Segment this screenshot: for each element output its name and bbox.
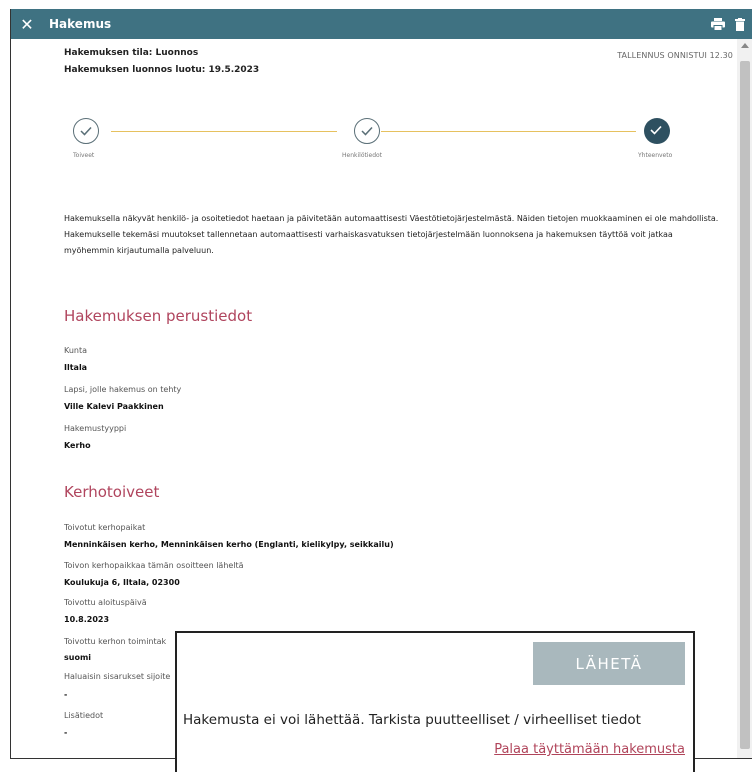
print-icon[interactable] — [711, 17, 725, 31]
field-value-club-places: Menninkäisen kerho, Menninkäisen kerho (… — [64, 540, 394, 549]
close-icon[interactable]: ✕ — [11, 15, 43, 34]
progress-stepper: Toiveet Henkilötiedot Yhteenveto — [11, 39, 737, 199]
field-value-application-type: Kerho — [64, 441, 91, 450]
scroll-up-icon[interactable] — [741, 43, 749, 48]
field-label-child: Lapsi, jolle hakemus on tehty — [64, 385, 182, 394]
send-panel: LÄHETÄ Hakemusta ei voi lähettää. Tarkis… — [175, 631, 695, 772]
field-label-municipality: Kunta — [64, 346, 88, 355]
step-3-check-icon — [644, 118, 670, 144]
scrollbar-thumb[interactable] — [740, 61, 750, 749]
field-label-address: Toivon kerhopaikkaa tämän osoitteen lähe… — [64, 561, 244, 570]
trash-icon[interactable] — [735, 17, 745, 31]
field-value-municipality: Iltala — [64, 363, 88, 372]
field-value-siblings: - — [64, 690, 68, 699]
intro-text: Hakemuksella näkyvät henkilö- ja osoitet… — [64, 214, 719, 255]
send-button[interactable]: LÄHETÄ — [533, 642, 685, 685]
title-bar: ✕ Hakemus — [11, 9, 752, 39]
return-to-application-link[interactable]: Palaa täyttämään hakemusta — [494, 742, 685, 757]
field-value-additional-info: - — [64, 728, 68, 737]
field-label-additional-info: Lisätiedot — [64, 711, 104, 720]
step-1-check-icon — [73, 118, 99, 144]
field-label-club-places: Toivotut kerhopaikat — [64, 523, 146, 532]
field-value-child: Ville Kalevi Paakkinen — [64, 402, 164, 411]
field-label-application-type: Hakemustyyppi — [64, 424, 127, 433]
window-title: Hakemus — [49, 17, 112, 31]
step-label-henkilotiedot: Henkilötiedot — [342, 152, 383, 159]
vertical-scrollbar[interactable] — [737, 39, 752, 758]
field-value-language: suomi — [64, 653, 92, 662]
step-label-yhteenveto: Yhteenveto — [638, 152, 673, 159]
field-label-language: Toivottu kerhon toimintak — [64, 637, 167, 646]
step-2-check-icon — [354, 118, 380, 144]
step-connector — [381, 131, 636, 132]
section-title-club: Kerhotoiveet — [64, 483, 160, 501]
field-label-start-date: Toivottu aloituspäivä — [64, 598, 147, 607]
step-connector — [111, 131, 337, 132]
send-error-message: Hakemusta ei voi lähettää. Tarkista puut… — [183, 712, 641, 728]
step-label-toiveet: Toiveet — [73, 152, 95, 159]
section-title-basic: Hakemuksen perustiedot — [64, 307, 253, 325]
field-value-start-date: 10.8.2023 — [64, 615, 110, 624]
field-value-address: Koulukuja 6, Iltala, 02300 — [64, 578, 180, 587]
field-label-siblings: Haluaisin sisarukset sijoite — [64, 672, 171, 681]
